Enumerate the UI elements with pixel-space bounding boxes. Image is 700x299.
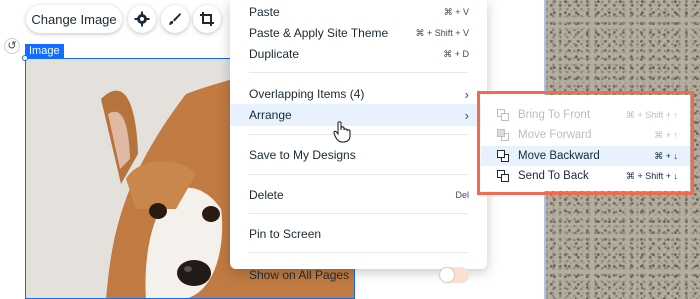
move-forward-icon [497,128,510,142]
change-image-button[interactable]: Change Image [26,5,122,33]
menu-divider [249,72,468,73]
submenu-item-move-backward[interactable]: Move Backward ⌘ + ↓ [481,146,690,166]
menu-item-arrange[interactable]: Arrange › [230,104,487,126]
menu-divider [249,134,468,135]
crop-button[interactable] [193,5,221,33]
arrange-submenu: Bring To Front ⌘ + Shift + ↑ Move Forwar… [481,95,690,191]
crop-icon [200,12,214,26]
element-label: Image [25,44,64,58]
show-on-all-pages-toggle[interactable] [439,267,469,283]
menu-item-paste-apply-theme[interactable]: Paste & Apply Site Theme ⌘ + Shift + V [230,22,487,44]
submenu-item-bring-to-front[interactable]: Bring To Front ⌘ + Shift + ↑ [481,105,690,125]
menu-item-overlapping-items[interactable]: Overlapping Items (4) › [230,83,487,105]
submenu-item-move-forward[interactable]: Move Forward ⌘ + ↑ [481,125,690,145]
submenu-item-send-to-back[interactable]: Send To Back ⌘ + Shift + ↓ [481,166,690,186]
menu-item-pin-to-screen[interactable]: Pin to Screen [230,223,487,245]
bring-to-front-icon [497,108,510,122]
menu-divider [249,252,468,253]
brush-icon [169,13,181,25]
rotate-handle-icon[interactable]: ↺ [4,38,20,54]
menu-item-delete[interactable]: Delete Del [230,184,487,206]
menu-item-show-on-all-pages[interactable]: Show on All Pages [230,264,487,286]
menu-item-paste[interactable]: Paste ⌘ + V [230,1,487,23]
menu-divider [249,174,468,175]
menu-item-save-to-my-designs[interactable]: Save to My Designs [230,144,487,166]
chevron-right-icon: › [464,107,469,123]
menu-divider [249,213,468,214]
menu-item-duplicate[interactable]: Duplicate ⌘ + D [230,43,487,65]
hand-cursor-icon [333,121,351,143]
send-to-back-icon [497,169,510,183]
design-button[interactable] [161,5,189,33]
chevron-right-icon: › [464,86,469,102]
settings-button[interactable] [128,5,156,33]
move-backward-icon [497,149,510,163]
resize-handle[interactable] [22,55,28,61]
gear-icon [134,11,150,27]
context-menu: Paste ⌘ + V Paste & Apply Site Theme ⌘ +… [230,0,487,283]
